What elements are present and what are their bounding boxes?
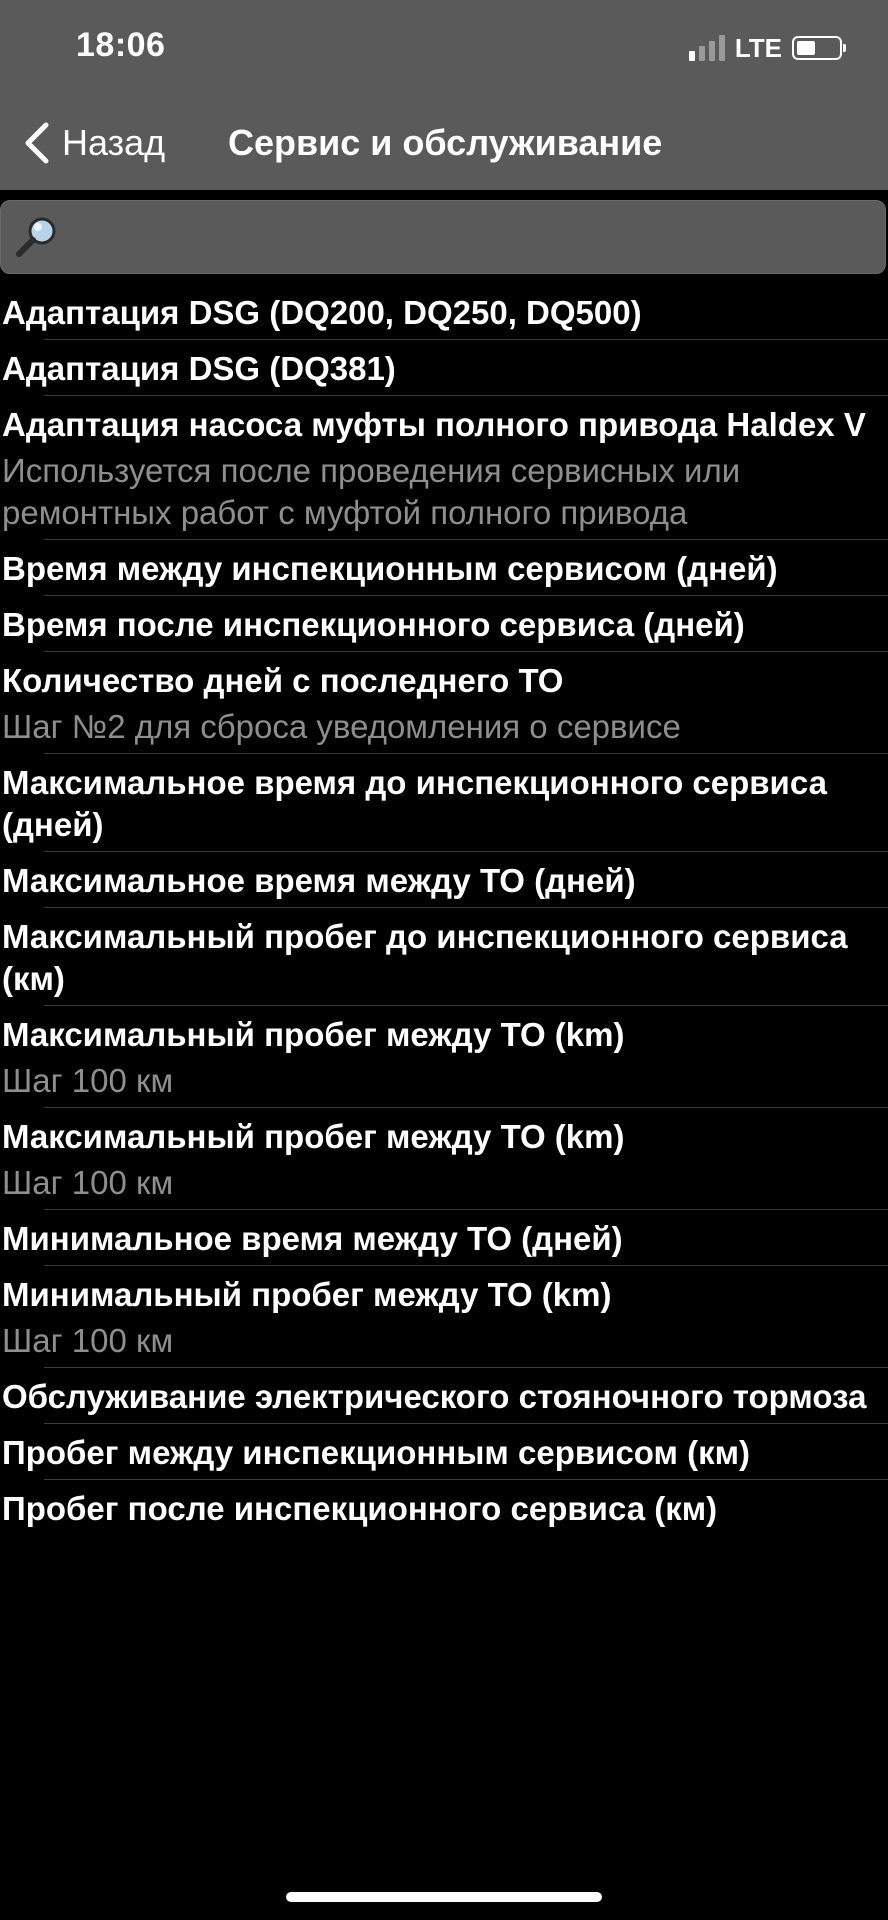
- list-item[interactable]: Время между инспекционным сервисом (дней…: [0, 540, 888, 596]
- list-item-title: Адаптация DSG (DQ381): [2, 350, 396, 387]
- list-item-subtitle: Шаг 100 км: [2, 1062, 174, 1099]
- list-item-title: Пробег между инспекционным сервисом (км): [2, 1434, 751, 1471]
- list-item[interactable]: Максимальное время между ТО (дней): [0, 852, 888, 908]
- list-item-title: Максимальный пробег между ТО (km): [2, 1118, 625, 1155]
- status-indicators: LTE: [688, 30, 846, 66]
- list-item[interactable]: Максимальный пробег до инспекционного се…: [0, 908, 888, 1006]
- list-item-title: Количество дней с последнего ТО: [2, 662, 564, 699]
- list-item[interactable]: Количество дней с последнего ТО Шаг №2 дл…: [0, 652, 888, 754]
- signal-bar: [708, 41, 715, 61]
- list-item-title: Адаптация насоса муфты полного привода H…: [2, 406, 866, 443]
- list-item[interactable]: Минимальный пробег между ТО (km) Шаг 100 …: [0, 1266, 888, 1368]
- list-item-subtitle: Используется после проведения сервисных …: [2, 452, 741, 531]
- list-item-title: Время после инспекционного сервиса (дней…: [2, 606, 745, 643]
- list-item-title: Максимальный пробег до инспекционного се…: [2, 918, 848, 997]
- signal-bar: [688, 51, 695, 61]
- list-item-title: Адаптация DSG (DQ200, DQ250, DQ500): [2, 294, 642, 331]
- service-list: Адаптация DSG (DQ200, DQ250, DQ500) Адапт…: [0, 284, 888, 1536]
- magnifier-icon: [16, 217, 56, 257]
- list-item[interactable]: Обслуживание электрического стояночного …: [0, 1368, 888, 1424]
- search-input[interactable]: [65, 201, 875, 275]
- network-type: LTE: [734, 32, 782, 63]
- search-bar[interactable]: [0, 200, 886, 275]
- signal-bar: [718, 35, 725, 61]
- back-button[interactable]: Назад: [24, 118, 165, 168]
- list-item[interactable]: Максимальный пробег между ТО (km) Шаг 100…: [0, 1006, 888, 1108]
- list-item[interactable]: Пробег после инспекционного сервиса (км): [0, 1480, 888, 1536]
- list-item-title: Время между инспекционным сервисом (дней…: [2, 550, 778, 587]
- list-item-title: Минимальный пробег между ТО (km): [2, 1276, 612, 1313]
- list-item[interactable]: Адаптация насоса муфты полного привода H…: [0, 396, 888, 540]
- list-item[interactable]: Адаптация DSG (DQ381): [0, 340, 888, 396]
- navigation-header: 18:06 LTE Назад Сервис и обслуживание: [0, 0, 888, 190]
- page-title: Сервис и обслуживание: [228, 122, 663, 163]
- list-item-subtitle: Шаг №2 для сброса уведомления о сервисе: [2, 708, 681, 745]
- list-item[interactable]: Пробег между инспекционным сервисом (км): [0, 1424, 888, 1480]
- back-label: Назад: [62, 122, 166, 163]
- list-item[interactable]: Время после инспекционного сервиса (дней…: [0, 596, 888, 652]
- list-item-subtitle: Шаг 100 км: [2, 1164, 174, 1201]
- battery-icon: [792, 36, 846, 60]
- chevron-left-icon: [25, 122, 49, 164]
- list-item-title: Пробег после инспекционного сервиса (км): [2, 1490, 718, 1527]
- list-item-title: Обслуживание электрического стояночного …: [2, 1378, 867, 1415]
- signal-strength-icon: [688, 35, 725, 61]
- list-item-subtitle: Шаг 100 км: [2, 1322, 174, 1359]
- battery-level: [797, 41, 815, 55]
- list-item-title: Максимальное время до инспекционного сер…: [2, 764, 827, 843]
- status-time: 18:06: [76, 26, 166, 64]
- list-item[interactable]: Адаптация DSG (DQ200, DQ250, DQ500): [0, 284, 888, 340]
- home-indicator[interactable]: [286, 1892, 602, 1902]
- list-item[interactable]: Минимальное время между ТО (дней): [0, 1210, 888, 1266]
- signal-bar: [698, 46, 705, 61]
- list-item-title: Минимальное время между ТО (дней): [2, 1220, 623, 1257]
- list-item[interactable]: Максимальное время до инспекционного сер…: [0, 754, 888, 852]
- list-item-title: Максимальное время между ТО (дней): [2, 862, 636, 899]
- list-item[interactable]: Максимальный пробег между ТО (km) Шаг 100…: [0, 1108, 888, 1210]
- list-item-title: Максимальный пробег между ТО (km): [2, 1016, 625, 1053]
